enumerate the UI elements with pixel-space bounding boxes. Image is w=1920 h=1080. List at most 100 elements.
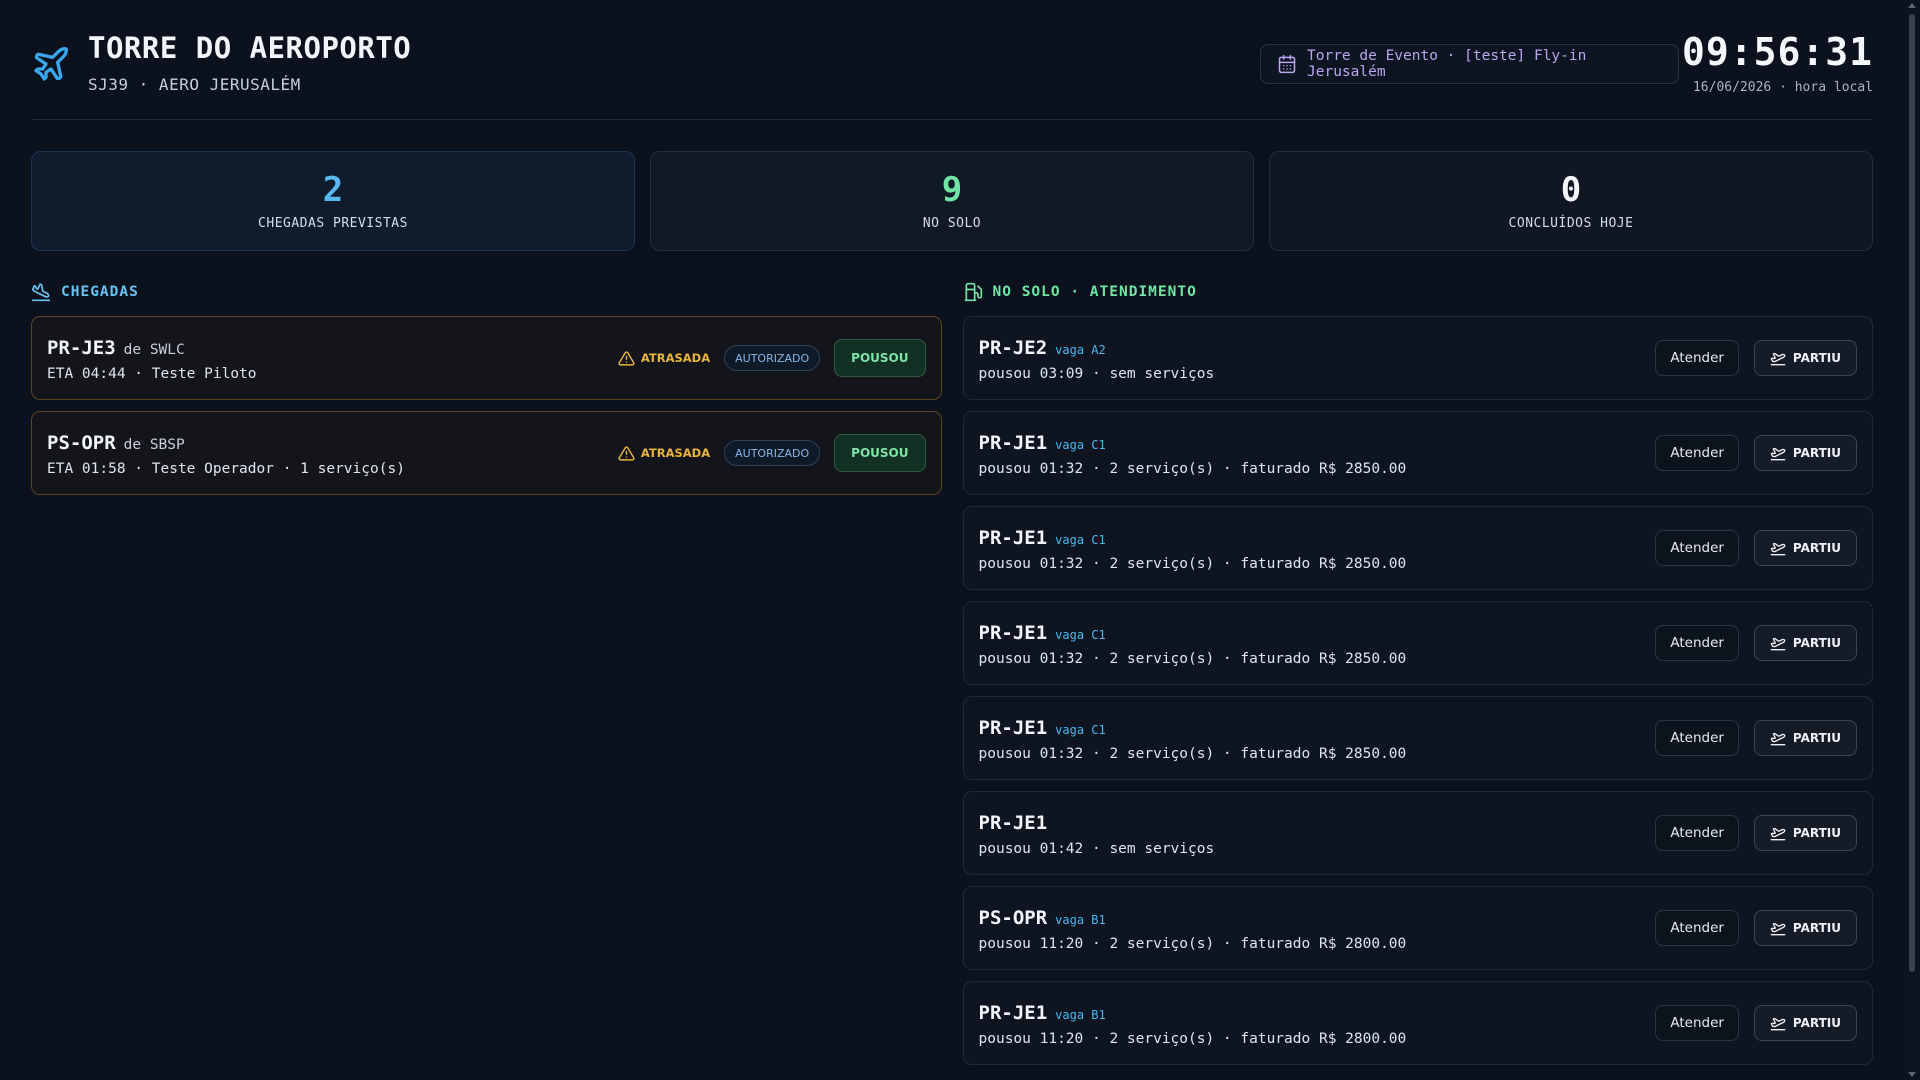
depart-label: PARTIU: [1792, 826, 1841, 840]
page-title: TORRE DO AEROPORTO: [88, 31, 412, 65]
ground-registration: PR-JE1 vaga C1: [979, 622, 1106, 644]
clock: 09:56:31: [1681, 30, 1873, 74]
ground-actions: Atender PARTIU: [1655, 720, 1857, 756]
attend-button[interactable]: Atender: [1655, 530, 1739, 566]
page-subtitle: SJ39 · AERO JERUSALÉM: [88, 75, 301, 94]
plane-takeoff-icon: [1770, 1017, 1786, 1031]
arrival-registration: PR-JE3 de SWLC: [47, 337, 185, 359]
parking-spot: vaga C1: [1055, 723, 1106, 737]
scrollbar[interactable]: [1904, 0, 1920, 1080]
ground-card: PR-JE1 vaga C1 pousou 01:32 · 2 serviço(s)…: [962, 696, 1873, 780]
fuel-pump-icon: [964, 282, 982, 302]
depart-label: PARTIU: [1792, 921, 1841, 935]
arrival-card: PR-JE3 de SWLC ETA 04:44 · Teste Piloto A…: [31, 316, 942, 400]
arrival-card: PS-OPR de SBSP ETA 01:58 · Teste Operador…: [31, 411, 942, 495]
stat-label: CONCLUÍDOS HOJE: [1508, 216, 1634, 231]
ground-registration: PR-JE1 vaga C1: [979, 527, 1106, 549]
ground-meta: pousou 01:32 · 2 serviço(s) · faturado R…: [978, 461, 1407, 477]
stat-label: CHEGADAS PREVISTAS: [258, 216, 408, 231]
origin: de SBSP: [123, 437, 185, 453]
ground-card: PR-JE1 vaga B1 pousou 11:20 · 2 serviço(s)…: [962, 981, 1873, 1065]
depart-button[interactable]: PARTIU: [1753, 1005, 1857, 1041]
authorized-badge: AUTORIZADO: [724, 440, 821, 466]
parking-spot: vaga B1: [1055, 1008, 1106, 1022]
attend-button[interactable]: Atender: [1655, 910, 1739, 946]
attend-button[interactable]: Atender: [1655, 625, 1739, 661]
ground-list: PR-JE2 vaga A2 pousou 03:09 · sem serviços…: [962, 316, 1873, 1065]
ground-meta: pousou 01:32 · 2 serviço(s) · faturado R…: [978, 651, 1407, 667]
plane-takeoff-icon: [1770, 352, 1786, 366]
arrivals-heading: CHEGADAS: [31, 280, 942, 304]
ground-registration: PR-JE1 vaga B1: [979, 1002, 1106, 1024]
late-label: ATRASADA: [640, 351, 711, 365]
calendar-icon: [1278, 54, 1296, 74]
attend-button[interactable]: Atender: [1655, 1005, 1739, 1041]
registration-text: PS-OPR: [978, 907, 1048, 929]
depart-label: PARTIU: [1792, 446, 1841, 460]
header: TORRE DO AEROPORTO SJ39 · AERO JERUSALÉM…: [31, 0, 1873, 120]
ground-actions: Atender PARTIU: [1655, 625, 1857, 661]
stats-row: 2 CHEGADAS PREVISTAS 9 NO SOLO 0 CONCLUÍ…: [31, 151, 1873, 251]
stat-arrivals: 2 CHEGADAS PREVISTAS: [31, 151, 635, 251]
parking-spot: vaga A2: [1055, 343, 1106, 357]
attend-button[interactable]: Atender: [1655, 815, 1739, 851]
scroll-up-icon[interactable]: [1908, 3, 1916, 8]
scrollbar-thumb[interactable]: [1909, 14, 1915, 972]
registration-text: PR-JE2: [978, 337, 1048, 359]
ground-heading: NO SOLO · ATENDIMENTO: [963, 280, 1874, 304]
ground-meta: pousou 01:32 · 2 serviço(s) · faturado R…: [978, 556, 1407, 572]
ground-registration: PR-JE1 vaga C1: [979, 717, 1106, 739]
plane-landing-icon: [31, 283, 51, 302]
depart-button[interactable]: PARTIU: [1753, 625, 1857, 661]
origin: de SWLC: [123, 342, 185, 358]
depart-label: PARTIU: [1792, 351, 1841, 365]
ground-title: NO SOLO · ATENDIMENTO: [992, 284, 1197, 300]
registration-text: PR-JE1: [978, 622, 1048, 644]
arrivals-title: CHEGADAS: [61, 284, 139, 300]
late-label: ATRASADA: [640, 446, 711, 460]
arrival-actions: ATRASADA AUTORIZADO POUSOU: [618, 434, 926, 472]
ground-registration: PR-JE2 vaga A2: [979, 337, 1106, 359]
clock-date: 16/06/2026 · hora local: [1692, 80, 1873, 95]
ground-meta: pousou 11:20 · 2 serviço(s) · faturado R…: [978, 936, 1407, 952]
event-label: Torre de Evento · [teste] Fly-in Jerusal…: [1307, 48, 1587, 80]
arrival-actions: ATRASADA AUTORIZADO POUSOU: [618, 339, 926, 377]
scroll-down-icon[interactable]: [1908, 1072, 1916, 1077]
depart-button[interactable]: PARTIU: [1753, 910, 1857, 946]
depart-label: PARTIU: [1792, 731, 1841, 745]
registration-text: PR-JE1: [978, 812, 1048, 834]
depart-label: PARTIU: [1792, 636, 1841, 650]
ground-actions: Atender PARTIU: [1655, 815, 1857, 851]
plane-takeoff-icon: [1770, 637, 1786, 651]
depart-button[interactable]: PARTIU: [1753, 530, 1857, 566]
columns: CHEGADAS PR-JE3 de SWLC ETA 04:44 · Teste…: [31, 280, 1873, 1076]
depart-button[interactable]: PARTIU: [1753, 340, 1857, 376]
ground-card: PR-JE1 pousou 01:42 · sem serviços Atender…: [962, 791, 1873, 875]
ground-meta: pousou 01:42 · sem serviços: [978, 841, 1215, 857]
stat-on-ground: 9 NO SOLO: [650, 151, 1254, 251]
plane-icon: [34, 47, 68, 81]
registration-text: PR-JE3: [47, 337, 116, 359]
registration-text: PR-JE1: [978, 527, 1048, 549]
attend-button[interactable]: Atender: [1655, 340, 1739, 376]
depart-button[interactable]: PARTIU: [1753, 435, 1857, 471]
ground-card: PR-JE2 vaga A2 pousou 03:09 · sem serviços…: [962, 316, 1873, 400]
depart-label: PARTIU: [1792, 541, 1841, 555]
ground-registration: PR-JE1 vaga C1: [979, 432, 1106, 454]
stat-label: NO SOLO: [922, 216, 982, 231]
plane-takeoff-icon: [1770, 732, 1786, 746]
registration-text: PS-OPR: [47, 432, 116, 454]
stat-value: 9: [941, 170, 963, 210]
event-selector[interactable]: Torre de Evento · [teste] Fly-in Jerusal…: [1260, 44, 1679, 84]
attend-button[interactable]: Atender: [1655, 720, 1739, 756]
plane-takeoff-icon: [1770, 447, 1786, 461]
depart-button[interactable]: PARTIU: [1753, 815, 1857, 851]
depart-button[interactable]: PARTIU: [1753, 720, 1857, 756]
landed-button[interactable]: POUSOU: [834, 339, 926, 377]
airport-tower-page: TORRE DO AEROPORTO SJ39 · AERO JERUSALÉM…: [0, 0, 1904, 1080]
arrival-meta: ETA 01:58 · Teste Operador · 1 serviço(s…: [47, 461, 405, 477]
registration-text: PR-JE1: [978, 717, 1048, 739]
landed-button[interactable]: POUSOU: [834, 434, 926, 472]
stat-completed: 0 CONCLUÍDOS HOJE: [1269, 151, 1873, 251]
attend-button[interactable]: Atender: [1655, 435, 1739, 471]
